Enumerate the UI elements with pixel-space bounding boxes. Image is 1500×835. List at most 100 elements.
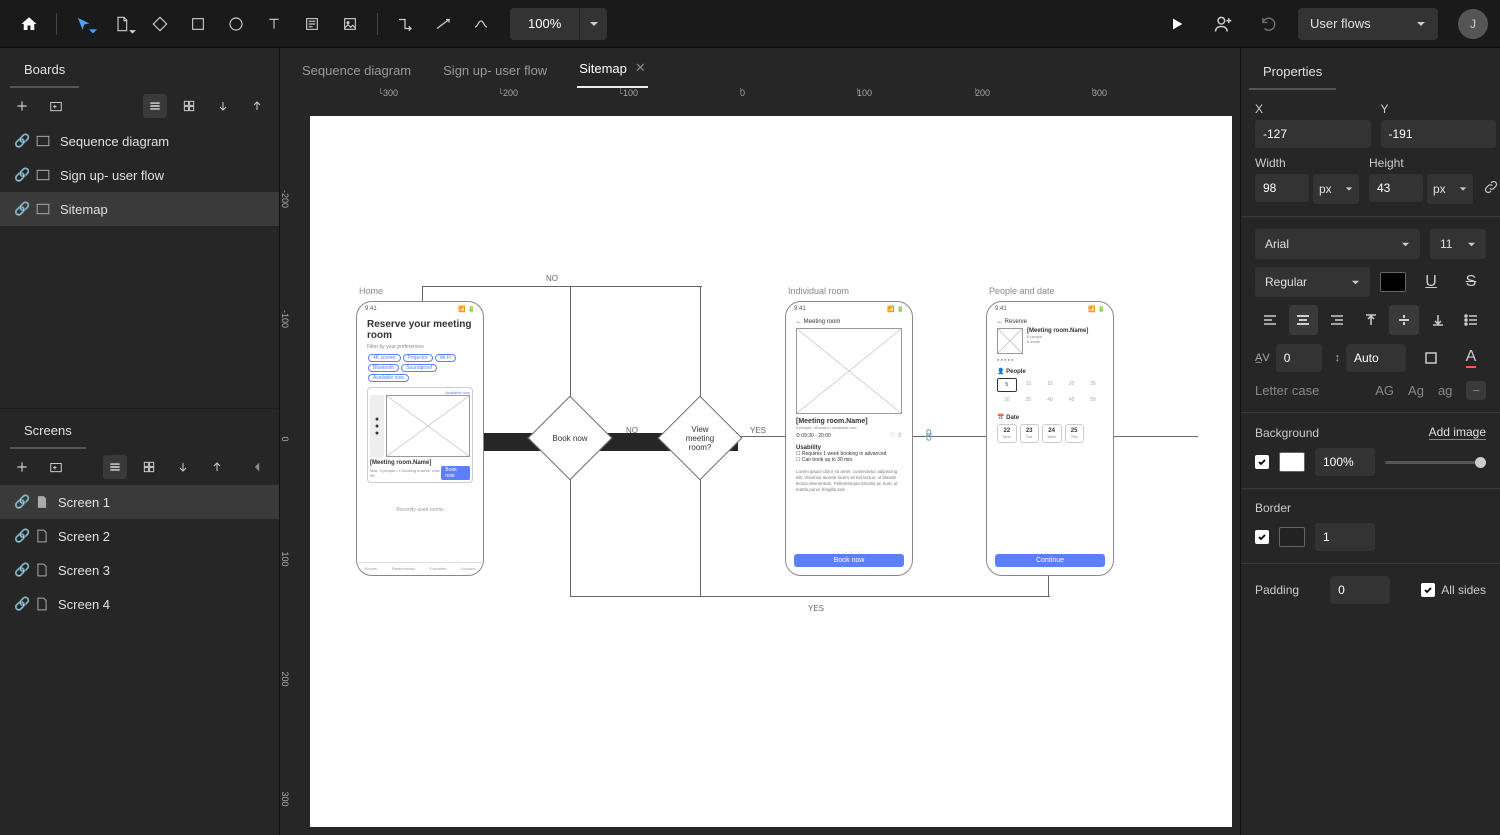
opacity-slider[interactable] bbox=[1385, 461, 1486, 464]
curve-connector-tool[interactable] bbox=[464, 7, 498, 41]
mock-label: Individual room bbox=[788, 286, 849, 296]
screens-tools bbox=[0, 449, 279, 485]
new-folder-icon[interactable] bbox=[44, 94, 68, 118]
diamond-tool[interactable] bbox=[143, 7, 177, 41]
bg-opacity-input[interactable] bbox=[1315, 448, 1375, 476]
fontsize-select[interactable]: 11 bbox=[1430, 229, 1486, 259]
board-item[interactable]: 🔗Sequence diagram bbox=[0, 124, 279, 158]
decision-viewroom[interactable]: View meeting room? bbox=[658, 396, 743, 481]
text-tool[interactable] bbox=[257, 7, 291, 41]
link-connector-icon: 🔗 bbox=[922, 428, 938, 444]
screen-item[interactable]: 🔗Screen 2 bbox=[0, 519, 279, 553]
border-color-swatch[interactable] bbox=[1279, 527, 1305, 547]
bounds-icon[interactable] bbox=[1416, 343, 1446, 373]
file-filled-icon bbox=[36, 495, 48, 509]
case-title[interactable]: Ag bbox=[1408, 383, 1424, 398]
width-unit[interactable]: px bbox=[1313, 174, 1359, 204]
sort-asc-icon[interactable] bbox=[245, 94, 269, 118]
fontweight-select[interactable]: Regular bbox=[1255, 267, 1370, 297]
tab-signup[interactable]: Sign up- user flow bbox=[441, 53, 549, 88]
add-screen-icon[interactable] bbox=[10, 455, 34, 479]
label-no: NO bbox=[626, 426, 638, 435]
width-input[interactable] bbox=[1255, 174, 1309, 202]
underline-icon[interactable]: U bbox=[1416, 267, 1446, 297]
kerning-icon: A̲V bbox=[1255, 352, 1270, 364]
y-input[interactable] bbox=[1381, 120, 1497, 148]
height-unit[interactable]: px bbox=[1427, 174, 1473, 204]
paragraph-tool[interactable] bbox=[295, 7, 329, 41]
select-tool[interactable] bbox=[67, 7, 101, 41]
add-user-icon[interactable] bbox=[1206, 7, 1240, 41]
line-connector-tool[interactable] bbox=[426, 7, 460, 41]
canvas[interactable]: NO NO YES YES Home 9:41📶 🔋 Reserve your … bbox=[310, 116, 1232, 827]
play-icon[interactable] bbox=[1160, 7, 1194, 41]
sort-desc-icon[interactable] bbox=[211, 94, 235, 118]
height-input[interactable] bbox=[1369, 174, 1423, 202]
kerning-input[interactable] bbox=[1276, 344, 1322, 372]
screen-folder-icon[interactable] bbox=[44, 455, 68, 479]
case-none[interactable]: − bbox=[1466, 381, 1486, 400]
board-icon bbox=[36, 169, 50, 181]
border-enabled-checkbox[interactable] bbox=[1255, 530, 1269, 544]
strikethrough-icon[interactable]: S bbox=[1456, 267, 1486, 297]
tab-sequence[interactable]: Sequence diagram bbox=[300, 53, 413, 88]
rect-tool[interactable] bbox=[181, 7, 215, 41]
bg-enabled-checkbox[interactable] bbox=[1255, 455, 1269, 469]
project-menu[interactable]: User flows bbox=[1298, 8, 1438, 40]
textcolor-a-icon[interactable]: A bbox=[1456, 343, 1486, 373]
sort-asc-icon[interactable] bbox=[205, 455, 229, 479]
link-dimensions-icon[interactable] bbox=[1483, 179, 1499, 204]
close-tab-icon[interactable]: ✕ bbox=[635, 60, 646, 76]
font-select[interactable]: Arial bbox=[1255, 229, 1420, 259]
padding-input[interactable] bbox=[1330, 576, 1390, 604]
image-tool[interactable] bbox=[333, 7, 367, 41]
link-icon: 🔗 bbox=[14, 167, 26, 183]
avatar[interactable]: J bbox=[1458, 9, 1488, 39]
valign-middle-icon[interactable] bbox=[1389, 305, 1419, 335]
lineheight-input[interactable] bbox=[1346, 344, 1406, 372]
add-image-link[interactable]: Add image bbox=[1429, 425, 1486, 440]
case-upper[interactable]: AG bbox=[1375, 383, 1394, 398]
page-tool[interactable] bbox=[105, 7, 139, 41]
add-board-icon[interactable] bbox=[10, 94, 34, 118]
elbow-connector-tool[interactable] bbox=[388, 7, 422, 41]
file-icon bbox=[36, 563, 48, 577]
valign-top-icon[interactable] bbox=[1356, 305, 1386, 335]
board-item-active[interactable]: 🔗Sitemap bbox=[0, 192, 279, 226]
valign-bottom-icon[interactable] bbox=[1423, 305, 1453, 335]
text-color[interactable] bbox=[1380, 272, 1406, 292]
screen-item[interactable]: 🔗Screen 3 bbox=[0, 553, 279, 587]
zoom-select[interactable]: 100% bbox=[510, 8, 607, 40]
screen-home[interactable]: Home 9:41📶 🔋 Reserve your meeting room F… bbox=[356, 301, 484, 576]
y-label: Y bbox=[1381, 102, 1497, 116]
list-view-icon[interactable] bbox=[143, 94, 167, 118]
decision-booknow[interactable]: Book now bbox=[528, 396, 613, 481]
mock-label: Home bbox=[359, 286, 383, 296]
align-right-icon[interactable] bbox=[1322, 305, 1352, 335]
screen-individual-room[interactable]: Individual room 9:41📶 🔋 ← Meeting room [… bbox=[785, 301, 913, 576]
x-input[interactable] bbox=[1255, 120, 1371, 148]
screen-item-active[interactable]: 🔗Screen 1 bbox=[0, 485, 279, 519]
sort-desc-icon[interactable] bbox=[171, 455, 195, 479]
grid-view-icon[interactable] bbox=[137, 455, 161, 479]
collapse-icon[interactable] bbox=[245, 455, 269, 479]
home-icon[interactable] bbox=[12, 7, 46, 41]
screens-title: Screens bbox=[10, 413, 86, 449]
allsides-checkbox[interactable] bbox=[1421, 583, 1435, 597]
circle-tool[interactable] bbox=[219, 7, 253, 41]
align-center-icon[interactable] bbox=[1289, 305, 1319, 335]
tab-sitemap[interactable]: Sitemap✕ bbox=[577, 50, 648, 88]
list-view-icon[interactable] bbox=[103, 455, 127, 479]
grid-view-icon[interactable] bbox=[177, 94, 201, 118]
document-tabs: Sequence diagram Sign up- user flow Site… bbox=[280, 48, 1240, 88]
border-width-input[interactable] bbox=[1315, 523, 1375, 551]
undo-icon[interactable] bbox=[1252, 7, 1286, 41]
align-left-icon[interactable] bbox=[1255, 305, 1285, 335]
bg-color-swatch[interactable] bbox=[1279, 452, 1305, 472]
board-item[interactable]: 🔗Sign up- user flow bbox=[0, 158, 279, 192]
screen-item[interactable]: 🔗Screen 4 bbox=[0, 587, 279, 621]
case-lower[interactable]: ag bbox=[1438, 383, 1452, 398]
screen-people-date[interactable]: People and date 9:41📶 🔋 ← Reserve [Meeti… bbox=[986, 301, 1114, 576]
list-icon[interactable] bbox=[1456, 305, 1486, 335]
properties-panel: Properties X Y Width px Height px Arial … bbox=[1240, 48, 1500, 835]
